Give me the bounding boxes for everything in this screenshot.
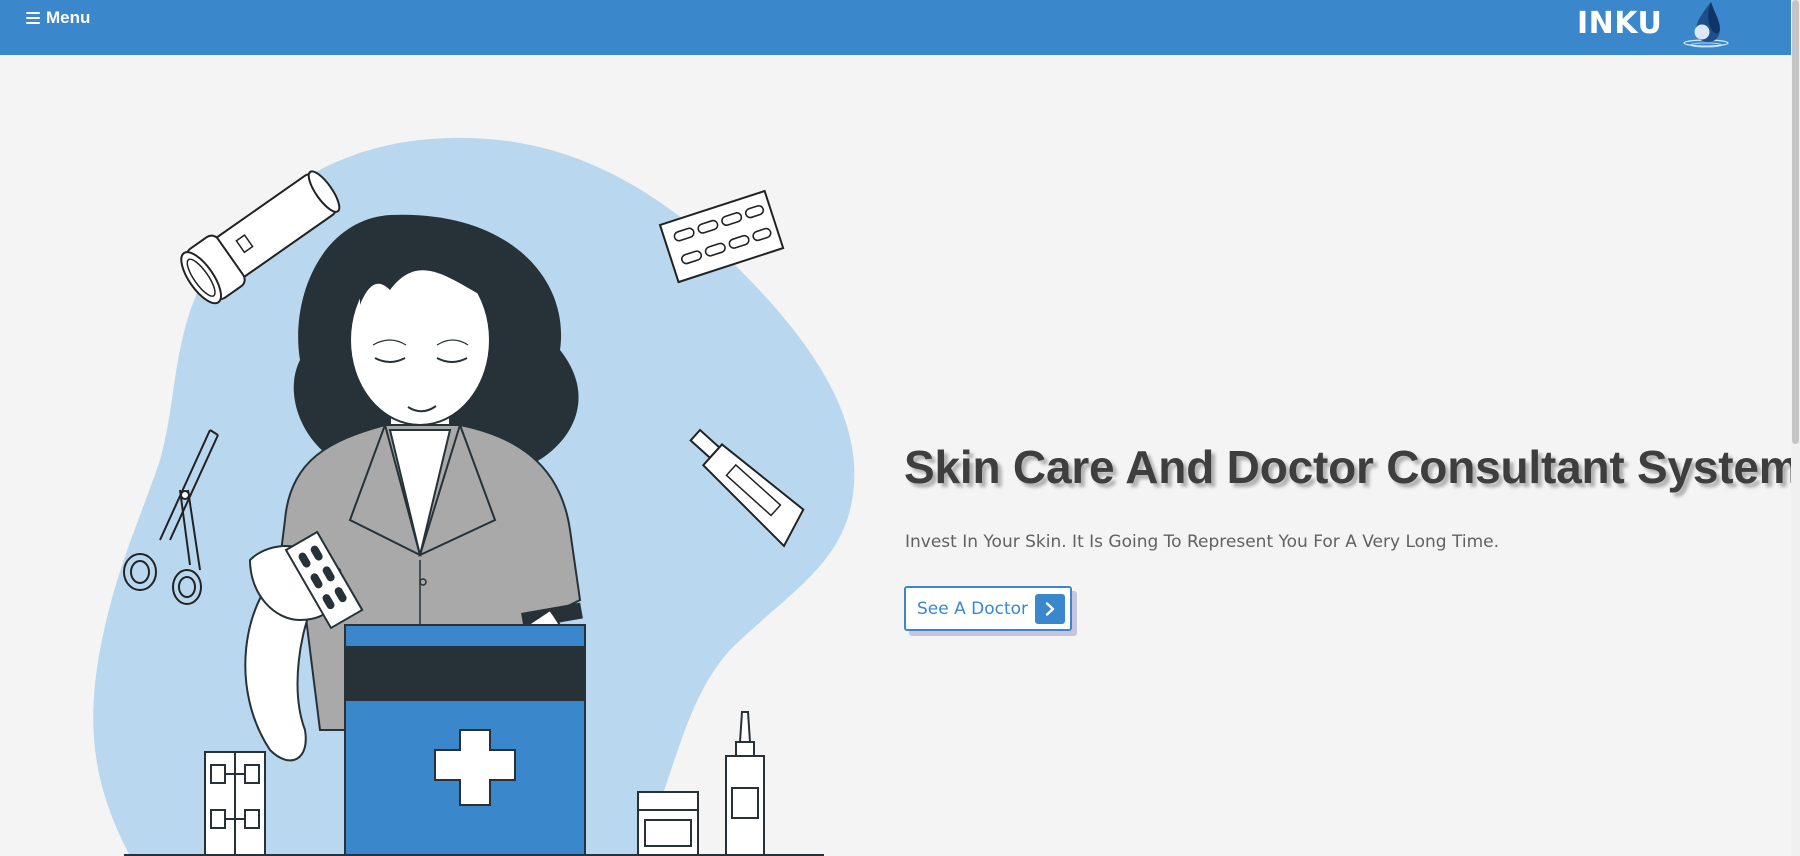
menu-label: Menu	[46, 8, 91, 27]
pill-pack-icon	[658, 189, 785, 284]
brand-name[interactable]: INKU	[1577, 6, 1662, 41]
see-a-doctor-label: See A Doctor	[917, 598, 1029, 619]
hamburger-icon	[26, 12, 40, 24]
menu-button[interactable]: Menu	[26, 8, 90, 28]
first-aid-kit-icon	[344, 624, 586, 856]
page-scrollbar[interactable]	[1791, 0, 1800, 856]
hero-title: Skin Care And Doctor Consultant System	[904, 441, 1800, 493]
see-a-doctor-button[interactable]: See A Doctor	[904, 586, 1072, 631]
small-box-icon	[637, 791, 699, 856]
doctor-with-first-aid-kit-illustration	[93, 137, 855, 856]
hero-subtitle: Invest In Your Skin. It Is Going To Repr…	[905, 532, 1499, 552]
dropper-bottle-icon	[725, 711, 765, 856]
bandage-box-icon	[204, 751, 266, 856]
chevron-right-icon	[1035, 594, 1065, 624]
scrollbar-thumb[interactable]	[1792, 0, 1799, 444]
water-drop-logo-icon[interactable]	[1680, 0, 1732, 50]
top-navbar: Menu INKU	[0, 0, 1800, 55]
